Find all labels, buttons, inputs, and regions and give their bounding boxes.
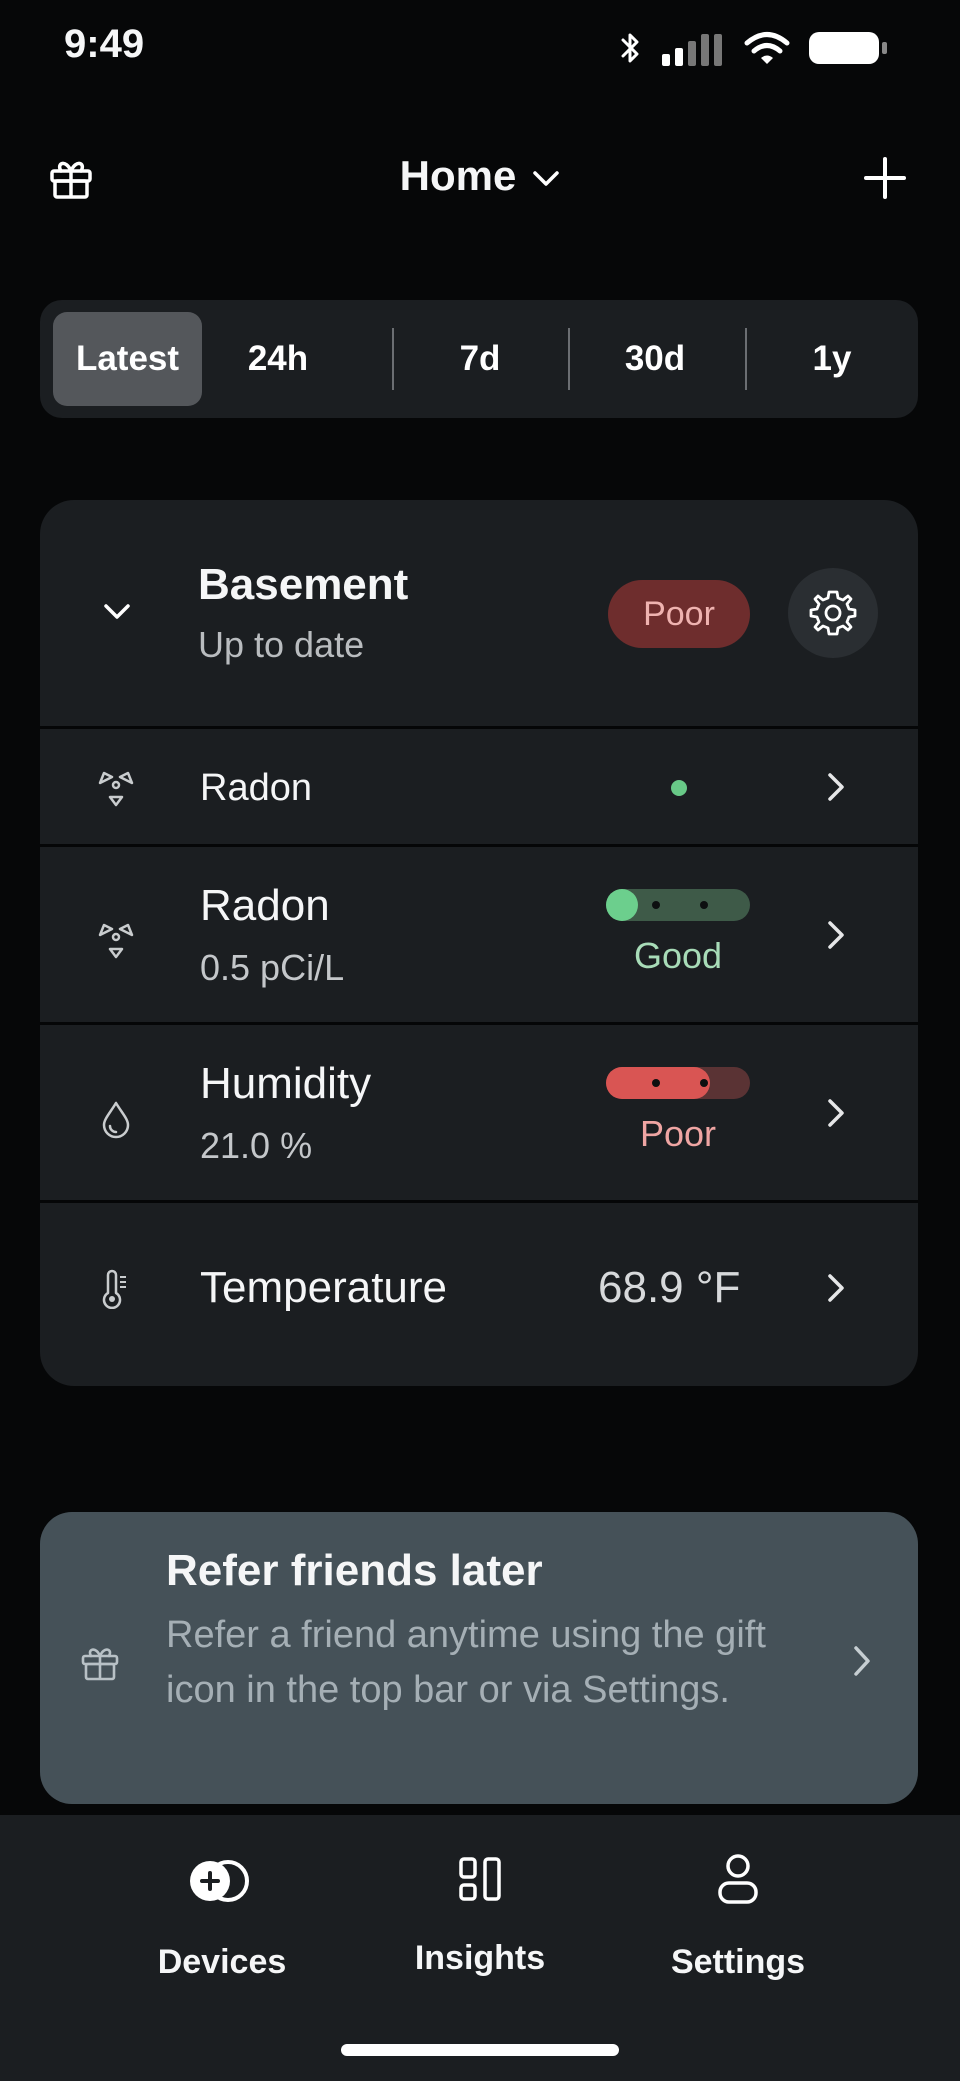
home-selector[interactable]: Home: [0, 152, 960, 200]
gift-icon: [81, 1648, 119, 1681]
status-badge: Poor: [608, 580, 750, 648]
chevron-right-icon: [828, 1274, 844, 1302]
chevron-right-icon: [828, 1099, 844, 1127]
insights-icon: [459, 1857, 501, 1901]
tab-30d[interactable]: 30d: [589, 312, 721, 406]
sensor-row-temperature[interactable]: Temperature 68.9 °F: [40, 1203, 918, 1386]
meter-tick: [652, 901, 660, 909]
nav-devices[interactable]: Devices: [112, 1815, 332, 2005]
sensor-name: Temperature: [200, 1263, 448, 1312]
time-range-segmented-control: Latest 24h 7d 30d 1y: [40, 300, 918, 418]
nav-insights[interactable]: Insights: [370, 1815, 590, 2005]
status-dot: [671, 780, 687, 796]
sensor-row-radon[interactable]: Radon: [40, 729, 918, 844]
sensor-row-radon-level[interactable]: Radon 0.5 pCi/L Good: [40, 847, 918, 1022]
sensor-row-humidity[interactable]: Humidity 21.0 % Poor: [40, 1025, 918, 1200]
gear-icon: [809, 590, 857, 636]
nav-label: Settings: [670, 1943, 806, 1981]
nav-settings[interactable]: Settings: [628, 1815, 848, 2005]
device-header[interactable]: Basement Up to date Poor: [40, 500, 918, 726]
sensor-value: 68.9 °F: [598, 1263, 741, 1312]
humidity-icon: [102, 1101, 130, 1139]
rating-meter: [606, 889, 750, 921]
battery-icon: [809, 32, 887, 64]
tab-1y[interactable]: 1y: [766, 312, 898, 406]
rating-label: Good: [633, 935, 723, 976]
sensor-name: Radon: [200, 881, 330, 930]
sensor-name: Radon: [200, 767, 312, 809]
tab-24h[interactable]: 24h: [212, 312, 344, 406]
devices-icon: [190, 1860, 249, 1902]
chevron-down-icon: [104, 604, 130, 619]
sensor-value: 21.0 %: [200, 1125, 313, 1166]
nav-label: Devices: [157, 1943, 287, 1981]
segment-divider: [392, 328, 394, 390]
radon-icon: [98, 771, 134, 807]
thermometer-icon: [102, 1269, 126, 1309]
meter-knob: [606, 889, 638, 921]
bottom-navigation: Devices Insights Settings: [0, 1815, 960, 2081]
meter-tick: [700, 901, 708, 909]
segment-divider: [568, 328, 570, 390]
rating-label: Poor: [639, 1113, 717, 1154]
chevron-right-icon: [828, 773, 844, 801]
bluetooth-icon: [621, 33, 639, 63]
device-card: Basement Up to date Poor Radon Radon 0.5…: [40, 500, 918, 1386]
rating-meter: [606, 1067, 750, 1099]
chevron-right-icon: [854, 1646, 870, 1676]
tab-7d[interactable]: 7d: [414, 312, 546, 406]
wifi-icon: [744, 32, 790, 64]
banner-title: Refer friends later: [166, 1546, 543, 1595]
refer-friends-banner[interactable]: Refer friends later Refer a friend anyti…: [40, 1512, 918, 1804]
home-indicator: [341, 2044, 619, 2056]
segment-divider: [745, 328, 747, 390]
meter-tick: [652, 1079, 660, 1087]
device-status: Up to date: [198, 624, 365, 665]
sensor-name: Humidity: [200, 1059, 372, 1108]
status-time: 9:49: [64, 22, 145, 66]
meter-tick: [700, 1079, 708, 1087]
add-icon[interactable]: [862, 155, 908, 201]
device-name: Basement: [198, 560, 409, 609]
page-title: Home: [399, 152, 517, 199]
person-icon: [718, 1854, 758, 1904]
device-settings-button[interactable]: [788, 568, 878, 658]
chevron-down-icon: [533, 171, 560, 186]
sensor-value: 0.5 pCi/L: [200, 947, 345, 988]
nav-label: Insights: [414, 1939, 546, 1977]
banner-body: Refer a friend anytime using the gift ic…: [166, 1614, 766, 1711]
radon-icon: [98, 923, 134, 959]
cellular-signal-icon: [662, 34, 722, 66]
chevron-right-icon: [828, 921, 844, 949]
tab-latest[interactable]: Latest: [53, 312, 202, 406]
